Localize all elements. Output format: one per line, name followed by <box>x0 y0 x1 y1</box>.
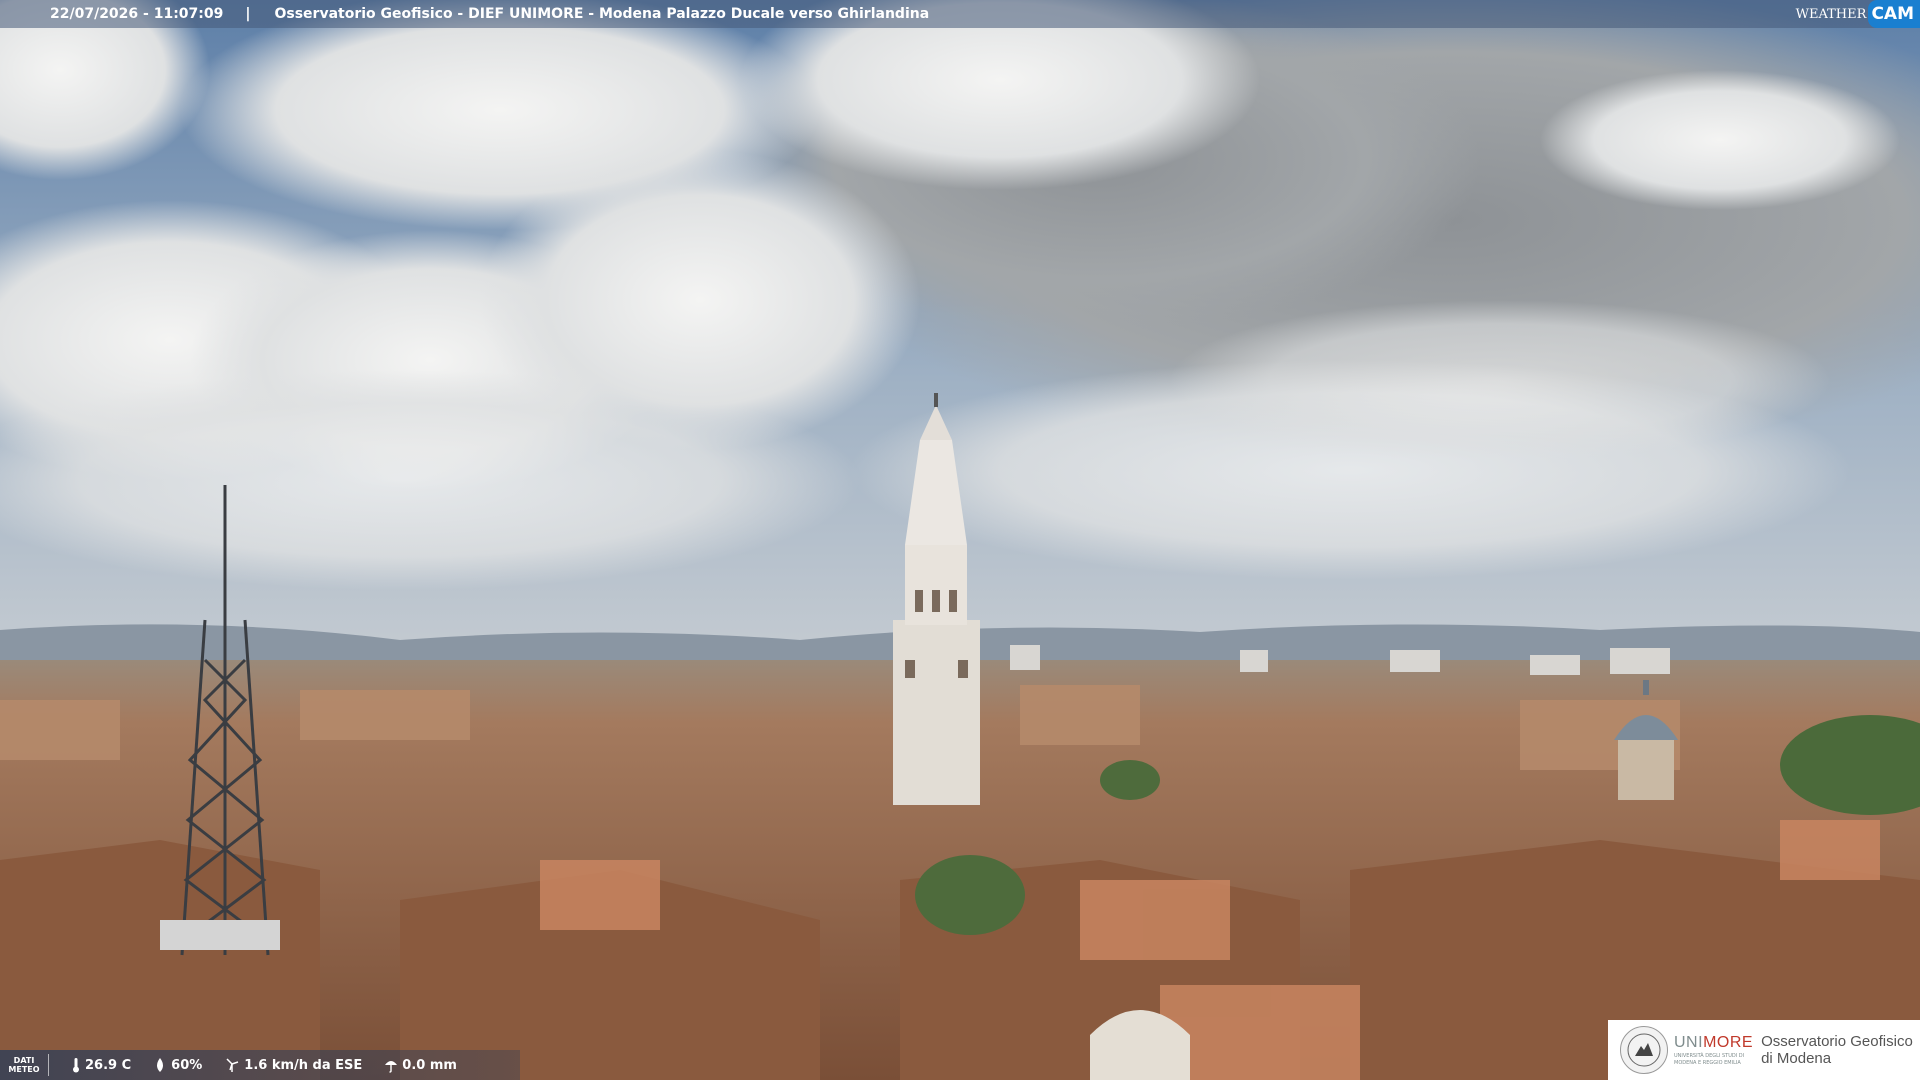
camera-title: Osservatorio Geofisico - DIEF UNIMORE - … <box>274 6 930 22</box>
rain-value: 0.0 mm <box>402 1057 457 1073</box>
unimore-name-suffix: MORE <box>1703 1034 1754 1051</box>
thermometer-icon <box>73 1058 79 1073</box>
rain-reading: 0.0 mm <box>384 1057 457 1073</box>
unimore-subtitle-2: MODENA E REGGIO EMILIA <box>1674 1060 1741 1066</box>
top-info-bar: 22/07/2026 - 11:07:09 | Osservatorio Geo… <box>0 0 1920 28</box>
temperature-value: 26.9 C <box>85 1057 132 1073</box>
weathercam-logo: WEATHER CAM <box>1796 0 1920 28</box>
unimore-branding: UNIMORE UNIVERSITÀ DEGLI STUDI DI MODENA… <box>1608 1020 1920 1080</box>
unimore-subtitle-1: UNIVERSITÀ DEGLI STUDI DI <box>1674 1053 1745 1059</box>
weathercam-logo-cam: CAM <box>1868 0 1920 28</box>
weather-data-label: DATI METEO <box>0 1054 49 1076</box>
wind-turbine-icon <box>226 1058 239 1072</box>
unimore-wordmark: UNIMORE UNIVERSITÀ DEGLI STUDI DI MODENA… <box>1674 1034 1753 1066</box>
wind-reading: 1.6 km/h da ESE <box>224 1057 362 1073</box>
umbrella-icon <box>385 1061 398 1073</box>
humidity-value: 60% <box>171 1057 203 1073</box>
observatory-name: Osservatorio Geofisico di Modena <box>1761 1033 1913 1067</box>
weathercam-logo-weather: WEATHER <box>1795 6 1867 22</box>
humidity-reading: 60% <box>153 1057 202 1073</box>
observatory-line-2: di Modena <box>1761 1050 1832 1067</box>
unimore-name-prefix: UNI <box>1674 1034 1704 1051</box>
wind-value: 1.6 km/h da ESE <box>244 1057 363 1073</box>
temperature-reading: 26.9 C <box>71 1057 131 1073</box>
timestamp: 22/07/2026 - 11:07:09 <box>50 6 224 22</box>
separator: | <box>245 6 251 22</box>
webcam-image <box>0 0 1920 1080</box>
humidity-icon <box>157 1058 164 1072</box>
weather-data-bar: DATI METEO 26.9 C 60% 1.6 km/h da ESE 0.… <box>0 1050 520 1080</box>
unimore-seal-logo <box>1620 1026 1668 1074</box>
seal-emblem-icon <box>1627 1033 1661 1067</box>
observatory-line-1: Osservatorio Geofisico <box>1761 1033 1913 1050</box>
